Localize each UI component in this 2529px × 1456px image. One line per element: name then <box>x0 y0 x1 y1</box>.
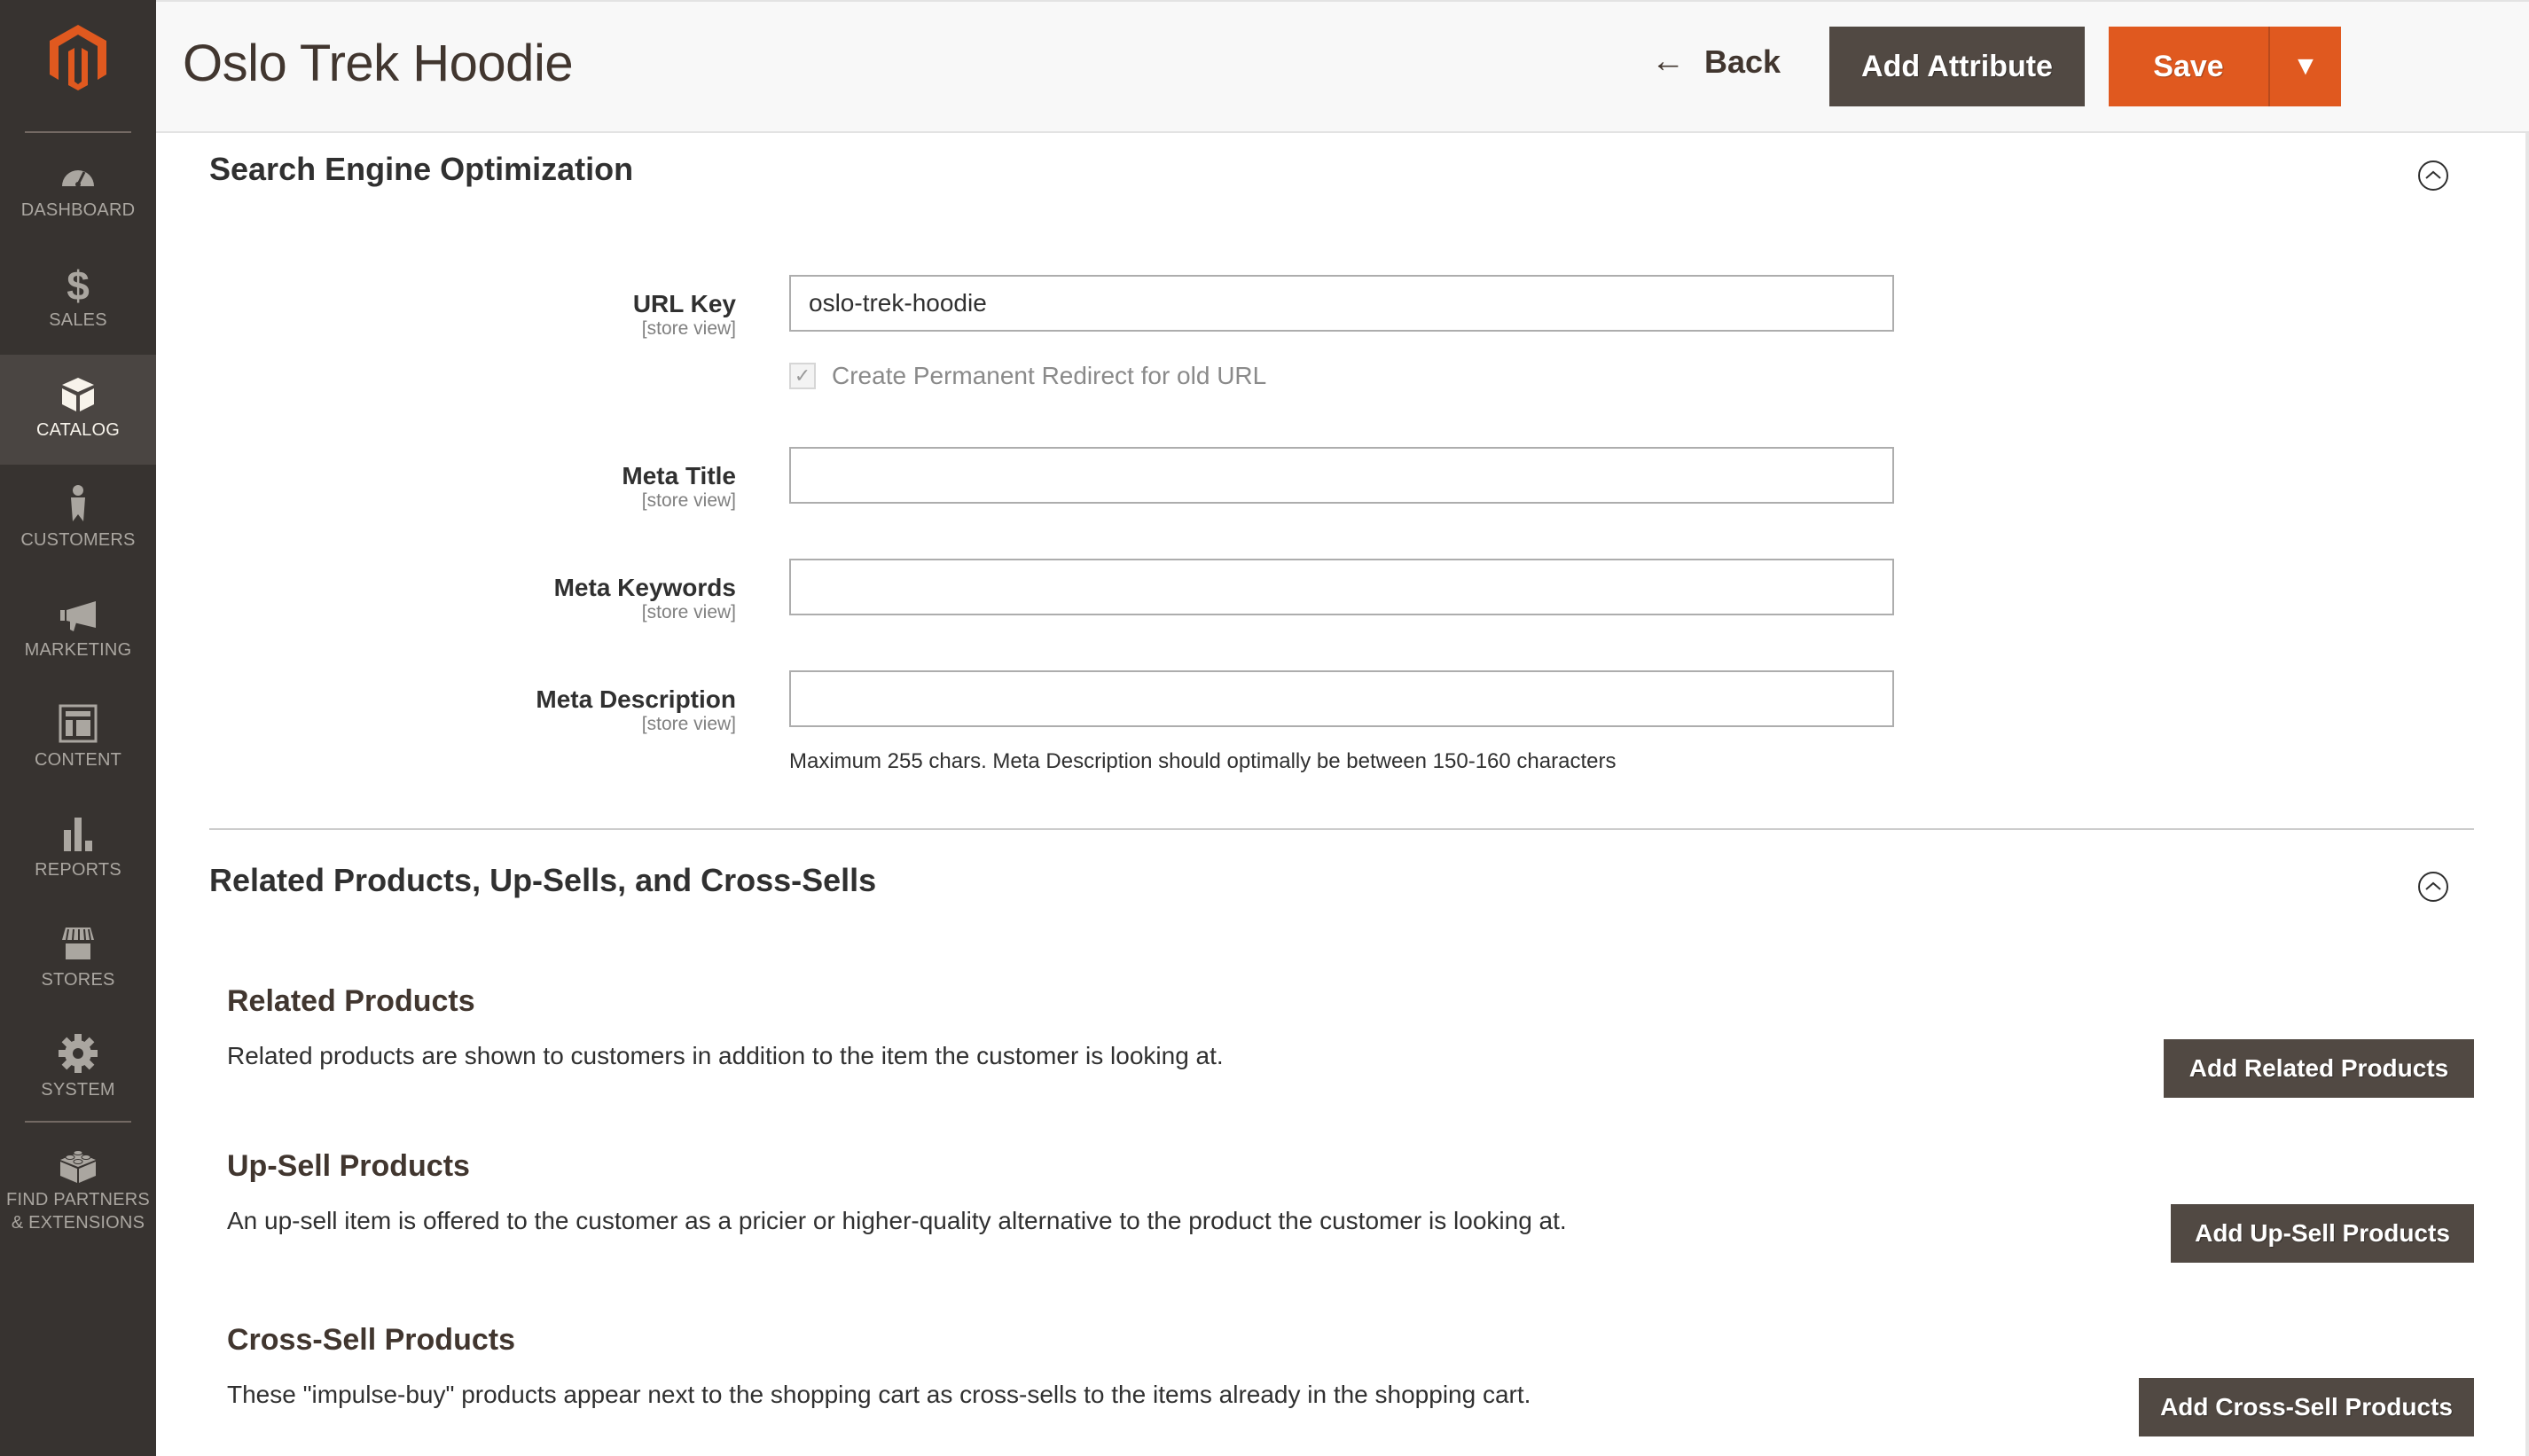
sidebar-item-dashboard[interactable]: DASHBOARD <box>0 135 156 245</box>
meta-title-input[interactable] <box>789 447 1894 504</box>
save-button[interactable]: Save <box>2109 27 2268 106</box>
caret-down-icon: ▼ <box>2292 51 2319 81</box>
related-products-title: Related Products <box>227 984 475 1018</box>
upsell-products-description: An up-sell item is offered to the custom… <box>227 1207 1567 1234</box>
magento-logo[interactable] <box>43 21 114 92</box>
meta-title-label: Meta Title [store view] <box>622 461 736 511</box>
field-scope: [store view] <box>641 714 736 734</box>
field-label-text: Meta Keywords <box>553 574 736 601</box>
arrow-left-icon: ← <box>1651 43 1685 80</box>
back-button[interactable]: ← Back <box>1651 43 1781 81</box>
redirect-checkbox[interactable]: ✓ <box>789 363 816 389</box>
sidebar-item-reports[interactable]: REPORTS <box>0 795 156 904</box>
back-label: Back <box>1704 43 1781 80</box>
field-scope: [store view] <box>641 490 736 511</box>
meta-keywords-label: Meta Keywords [store view] <box>554 573 736 622</box>
sidebar-item-sales[interactable]: $ SALES <box>0 245 156 355</box>
crosssell-products-title: Cross-Sell Products <box>227 1323 515 1357</box>
sidebar-item-label: SALES <box>49 310 107 330</box>
sidebar-item-label: REPORTS <box>35 860 121 880</box>
add-attribute-button[interactable]: Add Attribute <box>1829 27 2085 106</box>
url-key-input[interactable] <box>789 275 1894 332</box>
sidebar-item-label: SYSTEM <box>41 1080 115 1100</box>
page-title: Oslo Trek Hoodie <box>183 35 574 92</box>
meta-description-input[interactable] <box>789 670 1894 727</box>
collapse-related-chevron-up-icon[interactable] <box>2417 871 2449 903</box>
seo-section-title[interactable]: Search Engine Optimization <box>209 151 633 188</box>
admin-sidebar: DASHBOARD $ SALES CATALOG CUSTOMERS MARK… <box>0 0 156 1456</box>
dollar-icon: $ <box>67 262 90 305</box>
sidebar-item-stores[interactable]: STORES <box>0 904 156 1014</box>
upsell-products-title: Up-Sell Products <box>227 1149 470 1183</box>
sidebar-item-marketing[interactable]: MARKETING <box>0 575 156 685</box>
sidebar-item-label: MARKETING <box>24 640 132 660</box>
sidebar-item-label: & EXTENSIONS <box>11 1213 145 1233</box>
svg-text:$: $ <box>67 262 90 305</box>
sidebar-item-system[interactable]: SYSTEM <box>0 1014 156 1124</box>
checkmark-icon: ✓ <box>794 364 811 387</box>
bar-chart-icon <box>64 818 92 851</box>
related-products-description: Related products are shown to customers … <box>227 1042 1224 1069</box>
meta-keywords-input[interactable] <box>789 559 1894 615</box>
sidebar-item-label: CATALOG <box>35 420 120 440</box>
add-upsell-products-button[interactable]: Add Up-Sell Products <box>2171 1204 2474 1263</box>
crosssell-products-description: These "impulse-buy" products appear next… <box>227 1381 1531 1408</box>
sidebar-item-label: CONTENT <box>34 750 122 770</box>
sidebar-item-label: DASHBOARD <box>20 200 136 220</box>
related-section-title[interactable]: Related Products, Up-Sells, and Cross-Se… <box>209 862 876 899</box>
url-key-label: URL Key [store view] <box>633 289 736 339</box>
add-related-products-button[interactable]: Add Related Products <box>2164 1039 2474 1098</box>
sidebar-item-label: STORES <box>41 970 115 990</box>
megaphone-icon <box>60 601 96 631</box>
field-scope: [store view] <box>641 318 736 339</box>
redirect-checkbox-label: Create Permanent Redirect for old URL <box>832 362 1267 389</box>
box-icon <box>62 378 94 411</box>
layout-icon <box>59 704 98 743</box>
add-crosssell-products-button[interactable]: Add Cross-Sell Products <box>2139 1378 2474 1436</box>
field-label-text: Meta Description <box>536 685 736 713</box>
field-label-text: Meta Title <box>622 462 736 489</box>
sidebar-item-customers[interactable]: CUSTOMERS <box>0 465 156 575</box>
gear-icon <box>59 1034 98 1073</box>
sidebar-item-content[interactable]: CONTENT <box>0 685 156 795</box>
meta-description-note: Maximum 255 chars. Meta Description shou… <box>789 749 1617 773</box>
dashboard-icon <box>62 170 94 187</box>
save-options-toggle[interactable]: ▼ <box>2268 27 2341 106</box>
person-icon <box>71 485 85 521</box>
field-label-text: URL Key <box>632 290 736 317</box>
lego-brick-icon <box>60 1150 96 1183</box>
sidebar-divider <box>25 1121 131 1123</box>
section-divider <box>209 828 2474 830</box>
sidebar-item-label: CUSTOMERS <box>20 530 136 550</box>
permanent-redirect-option[interactable]: ✓ Create Permanent Redirect for old URL <box>789 362 1266 390</box>
sidebar-divider <box>25 131 131 133</box>
collapse-seo-chevron-up-icon[interactable] <box>2417 160 2449 192</box>
sidebar-item-label: FIND PARTNERS <box>6 1190 150 1209</box>
field-scope: [store view] <box>641 602 736 622</box>
meta-description-label: Meta Description [store view] <box>536 685 736 734</box>
sidebar-item-catalog[interactable]: CATALOG <box>0 355 156 465</box>
sidebar-item-find-partners[interactable]: FIND PARTNERS & EXTENSIONS <box>0 1124 156 1257</box>
storefront-icon <box>62 928 94 959</box>
page-scrollbar[interactable] <box>2525 133 2529 1456</box>
